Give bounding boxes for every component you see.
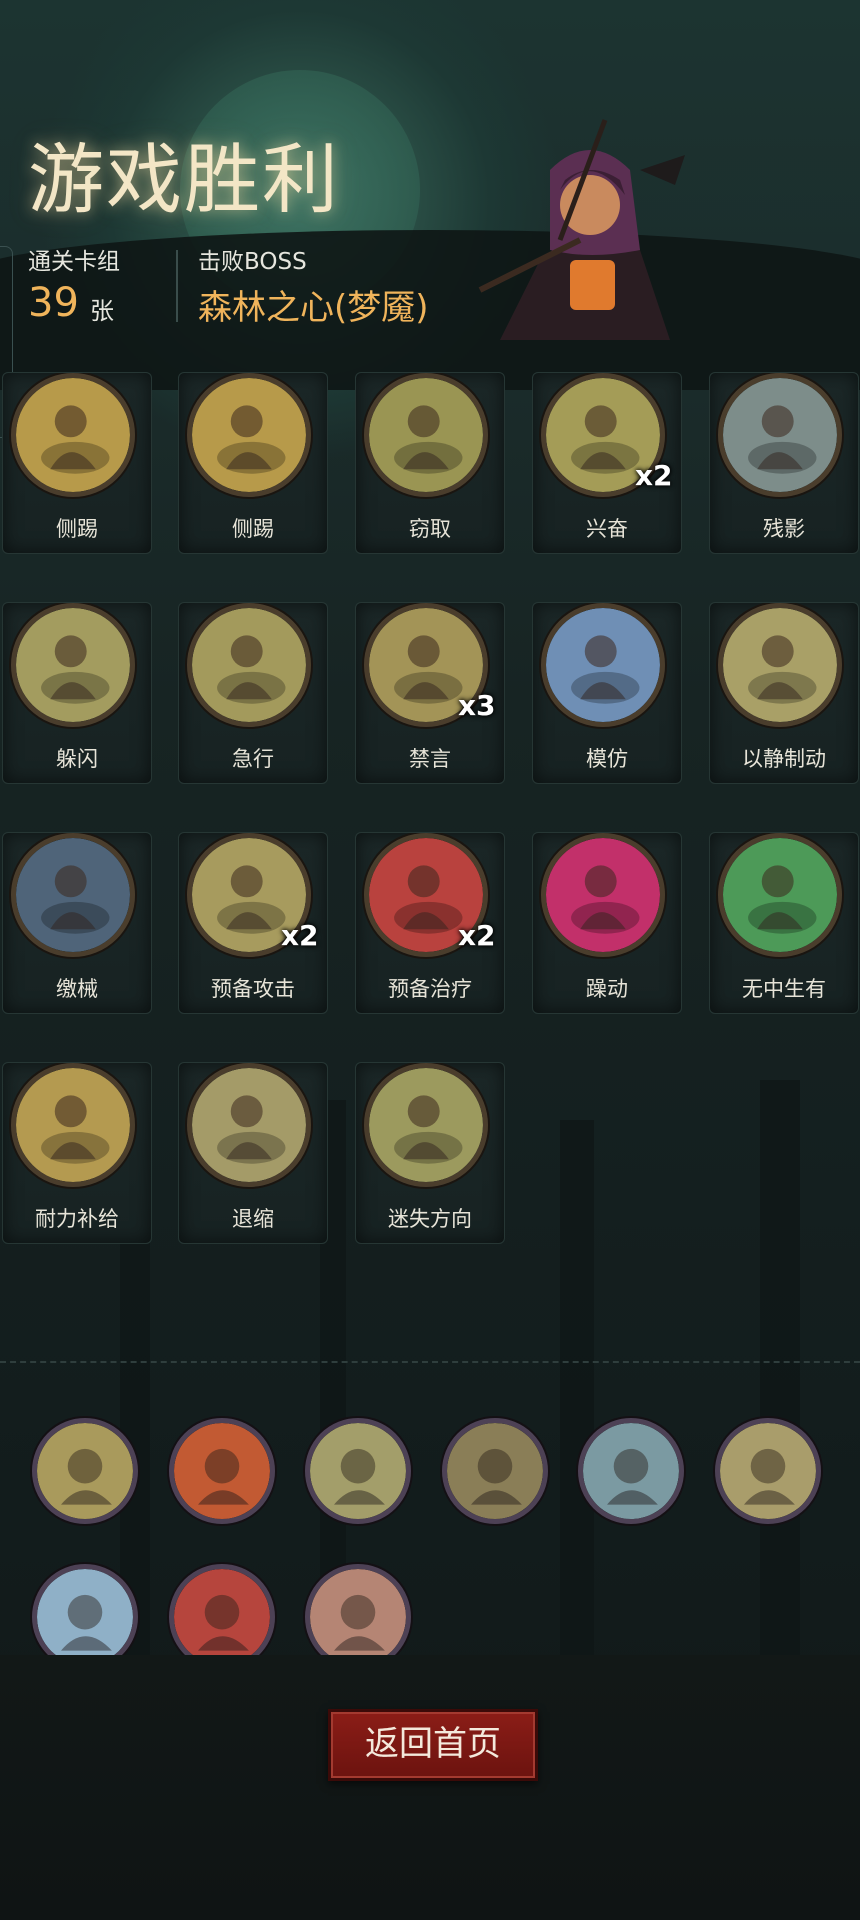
card-art: [11, 603, 135, 727]
card-name: 侧踢: [232, 517, 274, 541]
card-count-badge: x2: [458, 919, 496, 952]
boss-name: 森林之心(梦魇): [198, 288, 429, 328]
return-home-button[interactable]: 返回首页: [328, 1709, 538, 1781]
card-art: [187, 603, 311, 727]
card-item[interactable]: 躁动: [532, 832, 682, 1014]
section-divider: [0, 1361, 860, 1363]
card-art: [364, 1063, 488, 1187]
deck-count: 39: [28, 280, 79, 326]
victory-title: 游戏胜利: [28, 135, 340, 224]
treasure-chest-icon[interactable]: [578, 1418, 684, 1524]
boss-label: 击败BOSS: [198, 249, 307, 275]
card-art: [187, 373, 311, 497]
tree-silhouette: [760, 1080, 800, 1660]
fire-mask-icon[interactable]: [169, 1418, 275, 1524]
hooded-figure-icon[interactable]: [305, 1418, 411, 1524]
card-name: 急行: [232, 747, 274, 771]
card-art: [718, 603, 842, 727]
sword-coins-icon[interactable]: [442, 1418, 548, 1524]
card-art: [541, 833, 665, 957]
card-art: [718, 373, 842, 497]
card-name: 退缩: [232, 1207, 274, 1231]
hourglass-icon[interactable]: [32, 1418, 138, 1524]
card-name: 缴械: [56, 977, 98, 1001]
card-count-badge: x2: [635, 459, 673, 492]
card-art: [11, 1063, 135, 1187]
stat-divider: [176, 250, 178, 322]
card-name: 模仿: [586, 747, 628, 771]
card-item[interactable]: 预备治疗 x2: [355, 832, 505, 1014]
card-item[interactable]: 躲闪: [2, 602, 152, 784]
deck-unit: 张: [90, 297, 114, 325]
card-name: 侧踢: [56, 517, 98, 541]
card-item[interactable]: 耐力补给: [2, 1062, 152, 1244]
card-count-badge: x2: [281, 919, 319, 952]
card-item[interactable]: 残影: [709, 372, 859, 554]
hero-character-illustration: [478, 119, 685, 340]
card-item[interactable]: 窃取: [355, 372, 505, 554]
card-item[interactable]: 模仿: [532, 602, 682, 784]
card-art: [364, 373, 488, 497]
deck-label: 通关卡组: [28, 249, 120, 275]
card-art: [11, 373, 135, 497]
hand-card-icon[interactable]: [715, 1418, 821, 1524]
card-item[interactable]: 迷失方向: [355, 1062, 505, 1244]
card-art: [718, 833, 842, 957]
card-art: [187, 1063, 311, 1187]
bottom-panel: [0, 1655, 860, 1920]
card-name: 预备治疗: [388, 977, 472, 1001]
card-art: [541, 603, 665, 727]
card-item[interactable]: 侧踢: [2, 372, 152, 554]
card-name: 以静制动: [742, 747, 826, 771]
card-name: 兴奋: [586, 517, 628, 541]
card-name: 耐力补给: [35, 1207, 119, 1231]
card-name: 窃取: [409, 517, 451, 541]
card-item[interactable]: 无中生有: [709, 832, 859, 1014]
card-item[interactable]: 急行: [178, 602, 328, 784]
card-item[interactable]: 以静制动: [709, 602, 859, 784]
card-name: 迷失方向: [388, 1207, 472, 1231]
card-name: 躲闪: [56, 747, 98, 771]
card-item[interactable]: 侧踢: [178, 372, 328, 554]
card-item[interactable]: 退缩: [178, 1062, 328, 1244]
card-item[interactable]: 预备攻击 x2: [178, 832, 328, 1014]
card-name: 躁动: [586, 977, 628, 1001]
card-item[interactable]: 兴奋 x2: [532, 372, 682, 554]
card-name: 禁言: [409, 747, 451, 771]
card-name: 残影: [763, 517, 805, 541]
card-count-badge: x3: [458, 689, 496, 722]
card-art: [11, 833, 135, 957]
card-item[interactable]: 禁言 x3: [355, 602, 505, 784]
card-name: 预备攻击: [211, 977, 295, 1001]
tree-silhouette: [560, 1120, 594, 1660]
hill-silhouette: [0, 230, 860, 390]
card-item[interactable]: 缴械: [2, 832, 152, 1014]
card-name: 无中生有: [742, 977, 826, 1001]
